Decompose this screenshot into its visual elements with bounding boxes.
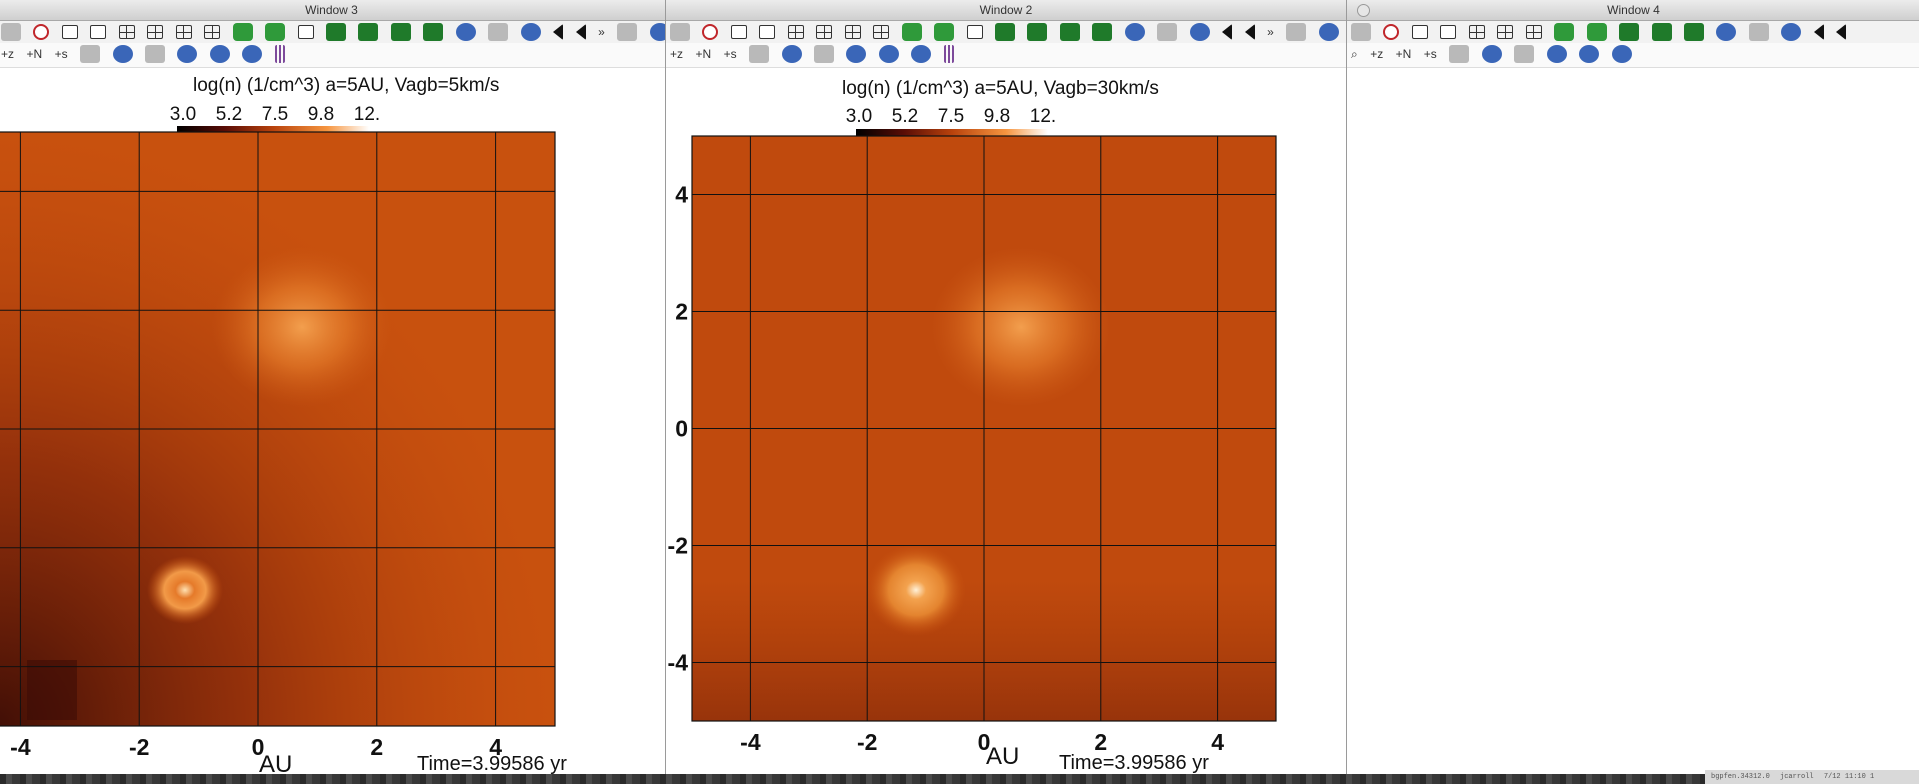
window-4-toolbar xyxy=(1347,21,1919,43)
first-frame-icon[interactable] xyxy=(1813,24,1824,40)
layout-1x1-icon[interactable] xyxy=(1411,25,1428,39)
time-label: Time=3.99586 yr xyxy=(417,753,567,774)
plot-title: log(n) (1/cm^3) a=5AU, Vagb=30km/s xyxy=(842,78,1159,99)
lock-view-icon[interactable] xyxy=(1781,23,1802,41)
navigate-icon[interactable] xyxy=(1554,23,1575,41)
node-pick-icon[interactable]: +N xyxy=(1396,45,1412,63)
y-tick-label: -2 xyxy=(668,533,688,559)
camera-save-icon[interactable] xyxy=(1651,23,1672,41)
lineout-icon[interactable] xyxy=(1586,23,1607,41)
cube-icon[interactable] xyxy=(1579,45,1600,63)
window-3[interactable]: Window 3 » +z +N +s log(n) (1/cm^3) a=5A… xyxy=(0,0,667,774)
colorbar-tick-label: 7.5 xyxy=(262,104,288,125)
layout-2x3-icon[interactable] xyxy=(1497,25,1514,39)
spin-icon[interactable] xyxy=(1748,23,1769,41)
x-axis-label: AU xyxy=(259,751,292,774)
zone-pick-icon[interactable]: +z xyxy=(1370,45,1383,63)
camera-icon[interactable] xyxy=(1619,23,1640,41)
window-2-plot: log(n) (1/cm^3) a=5AU, Vagb=30km/s 3.0 5.… xyxy=(668,78,1277,774)
window-4[interactable]: Window 4 ⌕ +z +N +s xyxy=(1346,0,1919,774)
probe-icon[interactable] xyxy=(1481,45,1502,63)
colorbar-tick-label: 12. xyxy=(1030,106,1056,127)
y-tick-label: 0 xyxy=(675,416,688,442)
status-clock: 7/12 11:10 1 xyxy=(1823,773,1875,781)
camera-open-icon[interactable] xyxy=(1683,23,1704,41)
x-tick-label: -4 xyxy=(10,734,31,760)
x-tick-label: -2 xyxy=(857,729,877,755)
stop-icon[interactable] xyxy=(1383,24,1400,40)
toolbar-icon[interactable] xyxy=(1351,23,1371,41)
x-axis-label: AU xyxy=(986,743,1019,770)
status-process: bgpfen.34312.0 xyxy=(1711,773,1770,781)
plane-icon[interactable] xyxy=(1546,45,1567,63)
colorbar-tick-label: 3.0 xyxy=(846,106,872,127)
y-tick-label: 4 xyxy=(675,182,688,208)
x-tick-label: 2 xyxy=(370,734,383,760)
layout-2x2-icon[interactable] xyxy=(1468,25,1485,39)
time-label: Time=3.99586 yr xyxy=(1059,752,1209,774)
colorbar-tick-label: 5.2 xyxy=(892,106,918,127)
window-3-plot: log(n) (1/cm^3) a=5AU, Vagb=5km/s 3.0 5.2… xyxy=(0,75,567,774)
colorbar-tick-label: 3.0 xyxy=(170,104,196,125)
colorbar-tick-label: 9.8 xyxy=(308,104,334,125)
y-tick-labels: 4 2 0 -2 -4 xyxy=(668,182,689,676)
colorbar-tick-label: 5.2 xyxy=(216,104,242,125)
window-4-titlebar[interactable]: Window 4 xyxy=(1347,0,1919,21)
y-tick-label: 2 xyxy=(675,299,688,325)
curve-icon[interactable] xyxy=(1449,45,1470,63)
colorbar-tick-label: 12. xyxy=(354,104,380,125)
status-user: jcarroll xyxy=(1780,773,1814,781)
x-tick-label: -2 xyxy=(129,734,149,760)
x-tick-label: -4 xyxy=(740,729,761,755)
zoom-icon[interactable]: ⌕ xyxy=(1351,45,1358,63)
spreadsheet-pick-icon[interactable]: +s xyxy=(1424,45,1437,63)
close-icon[interactable] xyxy=(1357,4,1370,17)
line-icon[interactable] xyxy=(1514,45,1535,63)
y-tick-label: -4 xyxy=(668,650,689,676)
layout-1x2-icon[interactable] xyxy=(1440,25,1457,39)
plot-title: log(n) (1/cm^3) a=5AU, Vagb=5km/s xyxy=(193,75,499,96)
prev-frame-icon[interactable] xyxy=(1836,24,1847,40)
window-4-title: Window 4 xyxy=(1607,3,1660,17)
sphere-icon[interactable] xyxy=(1611,45,1632,63)
desktop-strip xyxy=(0,774,1919,784)
globe-icon[interactable] xyxy=(1716,23,1737,41)
window-2[interactable]: Window 2 » +z +N +s log(n) (1/cm^3) a=5A… xyxy=(665,0,1347,774)
colorbar-tick-label: 7.5 xyxy=(938,106,964,127)
menu-status-bar: bgpfen.34312.0 jcarroll 7/12 11:10 1 xyxy=(1705,770,1919,784)
window-4-toolbar-secondary: ⌕ +z +N +s xyxy=(1347,43,1919,68)
colorbar-tick-label: 9.8 xyxy=(984,106,1010,127)
layout-3x3-icon[interactable] xyxy=(1525,25,1542,39)
x-tick-label: 4 xyxy=(1211,729,1224,755)
